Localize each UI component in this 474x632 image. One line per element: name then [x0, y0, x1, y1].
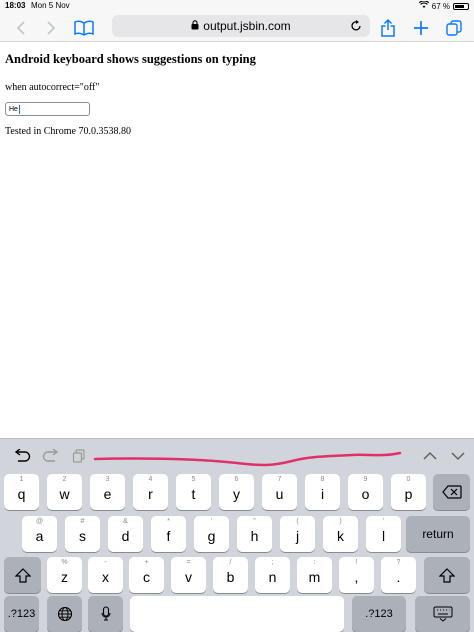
- space-bar[interactable]: [130, 596, 344, 632]
- key-g[interactable]: ' g: [194, 516, 229, 552]
- redo-button[interactable]: [40, 447, 62, 465]
- key-f[interactable]: * f: [151, 516, 186, 552]
- key-o[interactable]: 9o: [348, 474, 383, 510]
- key-a[interactable]: @ a: [22, 516, 57, 552]
- key-row-2: @ a # s & d * f ' g " h (j ) k ' l return: [0, 516, 474, 552]
- address-bar[interactable]: output.jsbin.com: [112, 15, 370, 37]
- hide-keyboard-key[interactable]: [415, 596, 470, 632]
- share-button[interactable]: [377, 17, 399, 39]
- book-icon: [74, 20, 94, 36]
- dictation-key[interactable]: [88, 596, 123, 632]
- key-w[interactable]: 2w: [47, 474, 82, 510]
- status-date: Mon 5 Nov: [31, 1, 70, 10]
- key-row-4: .?123 .?123: [0, 596, 474, 632]
- key-c[interactable]: + c: [129, 557, 164, 593]
- wifi-icon: [418, 0, 429, 11]
- annotation-scribble: [93, 451, 402, 467]
- chevron-left-icon: [16, 21, 25, 35]
- plus-icon: [414, 21, 428, 35]
- text-caret: [18, 104, 20, 114]
- key-d[interactable]: & d: [108, 516, 143, 552]
- keyboard-dismiss-icon: [415, 596, 470, 632]
- key-r[interactable]: 4r: [133, 474, 168, 510]
- key-row-1: 1q 2w 3e 4r 5t 6y 7u 8i 9o 0p: [0, 474, 474, 510]
- key-b[interactable]: / b: [213, 557, 248, 593]
- key-j[interactable]: (j: [280, 516, 315, 552]
- key-row-3: % z -x + c = v / b ; n :m !, ?.: [0, 557, 474, 593]
- key-l[interactable]: ' l: [366, 516, 401, 552]
- shortcut-bar: [0, 439, 474, 473]
- undo-icon: [14, 449, 31, 462]
- tested-note: Tested in Chrome 70.0.3538.80: [5, 126, 131, 137]
- tabs-button[interactable]: [443, 17, 465, 39]
- browser-toolbar: output.jsbin.com: [0, 12, 474, 42]
- shift-key-left[interactable]: [4, 557, 41, 593]
- key-x[interactable]: -x: [88, 557, 123, 593]
- key-q[interactable]: 1q: [4, 474, 39, 510]
- bookmarks-button[interactable]: [73, 17, 95, 39]
- previous-field-button[interactable]: [419, 447, 441, 465]
- status-time: 18:03: [5, 1, 26, 10]
- reload-icon[interactable]: [350, 19, 362, 35]
- page-content: Android keyboard shows suggestions on ty…: [5, 52, 465, 137]
- back-button[interactable]: [10, 17, 32, 39]
- page-heading: Android keyboard shows suggestions on ty…: [5, 52, 256, 66]
- delete-key[interactable]: [433, 474, 470, 510]
- tabs-icon: [446, 20, 462, 36]
- chevron-right-icon: [47, 21, 56, 35]
- key-n[interactable]: ; n: [255, 557, 290, 593]
- key-comma[interactable]: !,: [339, 557, 374, 593]
- key-i[interactable]: 8i: [305, 474, 340, 510]
- battery-icon: [453, 2, 469, 10]
- globe-key[interactable]: [47, 596, 82, 632]
- paste-button[interactable]: [68, 447, 90, 465]
- key-v[interactable]: = v: [171, 557, 206, 593]
- key-z[interactable]: % z: [47, 557, 82, 593]
- key-t[interactable]: 5t: [176, 474, 211, 510]
- globe-icon: [47, 596, 82, 632]
- key-s[interactable]: # s: [65, 516, 100, 552]
- share-icon: [381, 19, 395, 37]
- numbers-key-left[interactable]: .?123: [4, 596, 39, 632]
- key-e[interactable]: 3e: [90, 474, 125, 510]
- redo-icon: [42, 449, 59, 462]
- text-input[interactable]: He: [5, 102, 90, 116]
- key-h[interactable]: " h: [237, 516, 272, 552]
- status-right: 67 %: [418, 0, 469, 11]
- status-bar: 18:03 Mon 5 Nov 67 %: [0, 0, 474, 12]
- page-subtitle: when autocorrect="off": [5, 82, 100, 93]
- chevron-down-icon: [451, 452, 465, 460]
- backspace-icon: [433, 474, 470, 510]
- microphone-icon: [88, 596, 123, 632]
- lock-icon: [191, 19, 199, 33]
- shift-key-right[interactable]: [424, 557, 470, 593]
- shift-icon: [424, 557, 470, 593]
- key-p[interactable]: 0p: [391, 474, 426, 510]
- key-k[interactable]: ) k: [323, 516, 358, 552]
- paste-icon: [72, 449, 85, 463]
- input-value: He: [9, 105, 18, 113]
- numbers-key-right[interactable]: .?123: [352, 596, 406, 632]
- battery-percent: 67 %: [431, 1, 450, 11]
- key-y[interactable]: 6y: [219, 474, 254, 510]
- next-field-button[interactable]: [447, 447, 469, 465]
- key-m[interactable]: :m: [297, 557, 332, 593]
- keyboard: 1q 2w 3e 4r 5t 6y 7u 8i 9o 0p @ a # s & d *…: [0, 438, 474, 632]
- key-period[interactable]: ?.: [381, 557, 416, 593]
- return-key[interactable]: return: [406, 516, 470, 552]
- chevron-up-icon: [423, 452, 437, 460]
- undo-button[interactable]: [11, 447, 33, 465]
- forward-button[interactable]: [40, 17, 62, 39]
- new-tab-button[interactable]: [410, 17, 432, 39]
- key-u[interactable]: 7u: [262, 474, 297, 510]
- url-text: output.jsbin.com: [203, 19, 291, 33]
- shift-icon: [4, 557, 41, 593]
